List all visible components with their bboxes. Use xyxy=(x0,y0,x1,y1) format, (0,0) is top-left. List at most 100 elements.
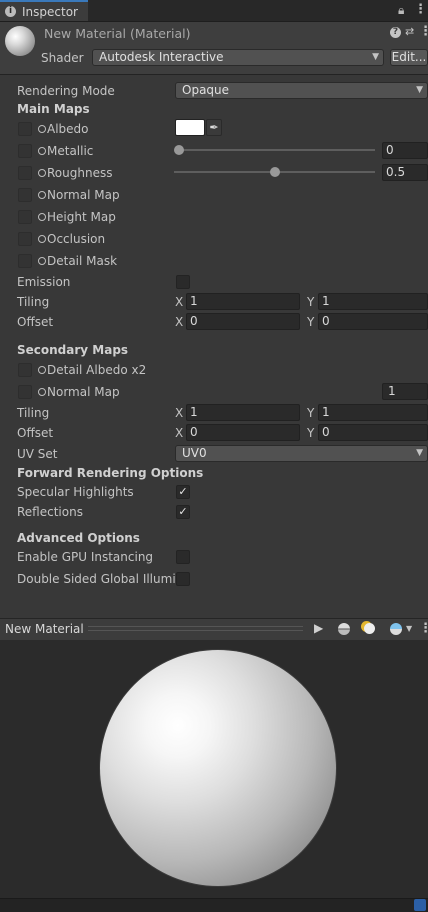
texture-picker-icon[interactable] xyxy=(38,235,46,243)
lock-icon[interactable]: 🔒︎ xyxy=(398,3,404,18)
double-sided-gi-checkbox[interactable] xyxy=(176,572,190,586)
material-header: New Material (Material) ? ⇄ ⋮ Shader Aut… xyxy=(0,22,428,75)
gpu-instancing-checkbox[interactable] xyxy=(176,550,190,564)
rendering-mode-label: Rendering Mode xyxy=(17,84,115,98)
tiling-y-field[interactable]: 1 xyxy=(318,293,428,310)
chevron-down-icon: ▼ xyxy=(416,85,423,95)
gpu-instancing-label: Enable GPU Instancing xyxy=(17,550,154,564)
material-thumbnail xyxy=(5,26,35,56)
preview-drag-handle[interactable] xyxy=(88,626,303,627)
info-icon: i xyxy=(5,6,16,17)
normal-map-texture-slot[interactable] xyxy=(18,188,32,202)
detail-normal-map-texture-slot[interactable] xyxy=(18,385,32,399)
texture-picker-icon[interactable] xyxy=(38,125,46,133)
background-icon[interactable] xyxy=(390,623,402,635)
preview-mesh-icon[interactable] xyxy=(338,623,350,635)
y-label: Y xyxy=(307,426,315,440)
texture-picker-icon[interactable] xyxy=(38,257,46,265)
secondary-offset-x-field[interactable]: 0 xyxy=(186,424,300,441)
detail-normal-scale-field[interactable]: 1 xyxy=(382,383,428,400)
chevron-down-icon: ▼ xyxy=(416,448,423,458)
texture-picker-icon[interactable] xyxy=(38,366,46,374)
rendering-mode-value: Opaque xyxy=(182,83,230,97)
shader-dropdown[interactable]: Autodesk Interactive ▼ xyxy=(92,49,384,66)
secondary-tiling-y-field[interactable]: 1 xyxy=(318,404,428,421)
more-options-icon[interactable]: ⋮ xyxy=(419,621,428,636)
albedo-color-swatch[interactable] xyxy=(175,119,205,136)
x-label: X xyxy=(175,426,184,440)
specular-highlights-checkbox[interactable]: ✓ xyxy=(176,485,190,499)
tab-bar: i Inspector 🔒︎ ⋮ xyxy=(0,0,428,22)
height-map-texture-slot[interactable] xyxy=(18,210,32,224)
status-footer xyxy=(0,898,428,912)
secondary-tiling-x-field[interactable]: 1 xyxy=(186,404,300,421)
uv-set-dropdown[interactable]: UV0 ▼ xyxy=(175,445,428,462)
texture-picker-icon[interactable] xyxy=(38,388,46,396)
more-options-icon[interactable]: ⋮ xyxy=(414,2,427,17)
texture-picker-icon[interactable] xyxy=(38,191,46,199)
tab-inspector[interactable]: i Inspector xyxy=(0,0,88,21)
x-label: X xyxy=(175,406,184,420)
chevron-down-icon: ▼ xyxy=(372,52,379,62)
texture-picker-icon[interactable] xyxy=(38,213,46,221)
occlusion-texture-slot[interactable] xyxy=(18,232,32,246)
asset-bundle-icon[interactable] xyxy=(414,899,426,911)
eyedropper-icon[interactable]: ✒ xyxy=(206,119,222,136)
tiling-x-field[interactable]: 1 xyxy=(186,293,300,310)
forward-rendering-heading: Forward Rendering Options xyxy=(17,466,204,480)
y-label: Y xyxy=(307,406,315,420)
reflections-checkbox[interactable]: ✓ xyxy=(176,505,190,519)
tiling-label: Tiling xyxy=(17,295,50,309)
shader-value: Autodesk Interactive xyxy=(99,50,224,64)
offset-x-field[interactable]: 0 xyxy=(186,313,300,330)
offset-y-field[interactable]: 0 xyxy=(318,313,428,330)
detail-mask-texture-slot[interactable] xyxy=(18,254,32,268)
x-label: X xyxy=(175,295,184,309)
detail-mask-label: Detail Mask xyxy=(47,254,118,268)
double-sided-gi-label: Double Sided Global Illumina xyxy=(17,572,175,586)
albedo-texture-slot[interactable] xyxy=(18,122,32,136)
x-label: X xyxy=(175,315,184,329)
metallic-slider[interactable] xyxy=(179,149,375,151)
secondary-offset-y-field[interactable]: 0 xyxy=(318,424,428,441)
normal-map-label: Normal Map xyxy=(47,188,120,202)
preview-toolbar: New Material ▶ ▼ ⋮ xyxy=(0,618,428,641)
edit-shader-button[interactable]: Edit... xyxy=(390,49,428,66)
help-icon[interactable]: ? xyxy=(390,27,401,38)
texture-picker-icon[interactable] xyxy=(38,169,46,177)
secondary-tiling-label: Tiling xyxy=(17,406,50,420)
secondary-offset-label: Offset xyxy=(17,426,54,440)
presets-icon[interactable]: ⇄ xyxy=(405,25,414,38)
metallic-texture-slot[interactable] xyxy=(18,144,32,158)
specular-highlights-label: Specular Highlights xyxy=(17,485,134,499)
offset-label: Offset xyxy=(17,315,54,329)
reflections-label: Reflections xyxy=(17,505,83,519)
uv-set-value: UV0 xyxy=(182,446,207,460)
roughness-label: Roughness xyxy=(47,166,113,180)
metallic-label: Metallic xyxy=(47,144,94,158)
detail-normal-map-label: Normal Map xyxy=(47,385,120,399)
albedo-label: Albedo xyxy=(47,122,89,136)
y-label: Y xyxy=(307,315,315,329)
emission-checkbox[interactable] xyxy=(176,275,190,289)
roughness-slider-handle[interactable] xyxy=(269,167,280,177)
metallic-slider-handle[interactable] xyxy=(174,145,184,155)
rendering-mode-dropdown[interactable]: Opaque ▼ xyxy=(175,82,428,99)
shader-label: Shader xyxy=(41,51,84,65)
detail-albedo-texture-slot[interactable] xyxy=(18,363,32,377)
more-options-icon[interactable]: ⋮ xyxy=(419,24,428,39)
chevron-down-icon[interactable]: ▼ xyxy=(406,624,412,633)
play-icon[interactable]: ▶ xyxy=(314,621,323,635)
detail-albedo-label: Detail Albedo x2 xyxy=(47,363,147,377)
roughness-texture-slot[interactable] xyxy=(18,166,32,180)
uv-set-label: UV Set xyxy=(17,447,58,461)
preview-title: New Material xyxy=(5,622,84,636)
secondary-maps-heading: Secondary Maps xyxy=(17,343,129,357)
light-icon[interactable] xyxy=(364,623,375,634)
height-map-label: Height Map xyxy=(47,210,116,224)
texture-picker-icon[interactable] xyxy=(38,147,46,155)
roughness-value-field[interactable]: 0.5 xyxy=(382,164,428,181)
preview-drag-handle-line xyxy=(88,630,303,631)
metallic-value-field[interactable]: 0 xyxy=(382,142,428,159)
advanced-options-heading: Advanced Options xyxy=(17,531,140,545)
